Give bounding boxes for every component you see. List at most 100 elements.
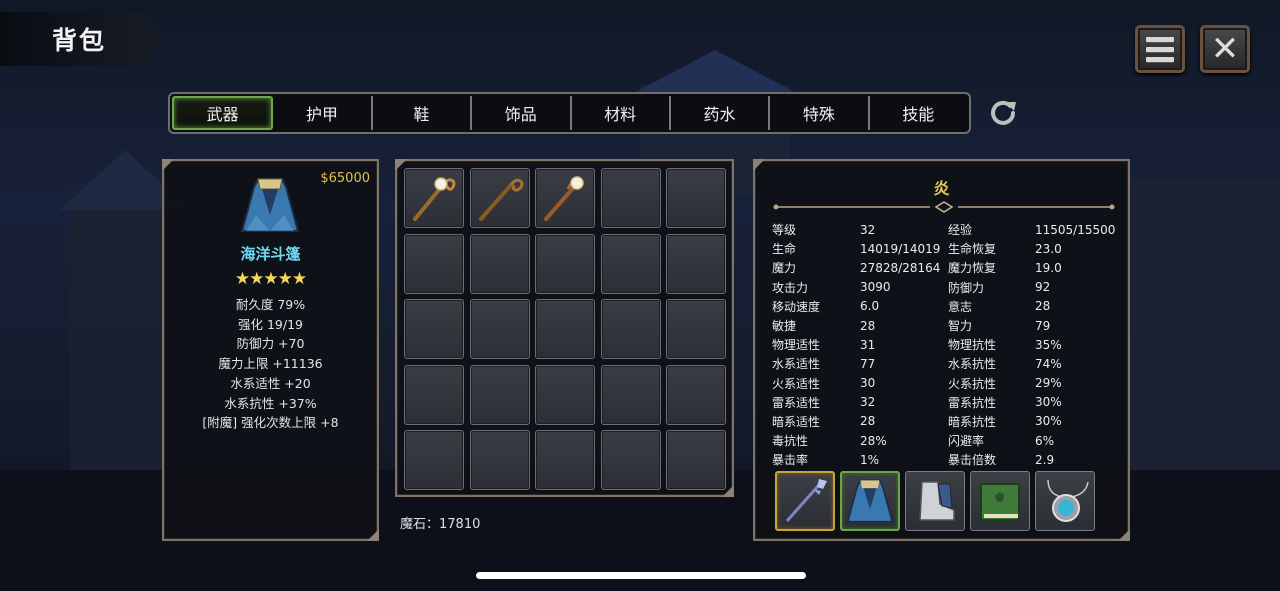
inventory-slot[interactable]	[535, 233, 595, 294]
inventory-slot[interactable]	[404, 299, 464, 359]
stat-row: 火系适性 30 火系抗性 29%	[772, 374, 1127, 393]
character-name: 炎	[933, 179, 950, 198]
tab-weapons[interactable]: 武器	[172, 96, 274, 130]
stat-label: 暴击倍数	[948, 453, 997, 468]
tab-skills[interactable]: 技能	[870, 96, 967, 130]
refresh-icon	[991, 100, 1016, 125]
stat-value: 28	[1035, 299, 1051, 314]
stat-value: 30	[860, 376, 876, 391]
stat-label: 水系抗性	[948, 357, 997, 372]
inventory-grid	[404, 168, 726, 490]
tab-armor[interactable]: 护甲	[273, 96, 373, 130]
inventory-panel	[395, 159, 734, 497]
tab-materials[interactable]: 材料	[572, 96, 671, 130]
stat-label: 雷系适性	[772, 395, 821, 410]
inventory-slot[interactable]	[469, 364, 530, 425]
inventory-slot[interactable]	[666, 299, 726, 359]
stat-label: 火系适性	[772, 376, 821, 391]
stat-row: 攻击力 3090 防御力 92	[772, 278, 1127, 297]
inventory-slot[interactable]	[600, 430, 661, 490]
menu-button[interactable]	[1135, 25, 1185, 73]
inventory-slot[interactable]	[404, 430, 464, 490]
stat-label: 暗系抗性	[948, 414, 997, 429]
equipment-slot-shoes[interactable]	[905, 471, 965, 531]
tab-potions[interactable]: 药水	[671, 96, 771, 130]
background-roof-middle	[630, 50, 800, 95]
inventory-slot[interactable]	[600, 299, 661, 359]
stat-value: 31	[860, 337, 876, 352]
stat-label: 暴击率	[772, 453, 809, 468]
close-button[interactable]: ✕	[1200, 25, 1250, 73]
spellbook-icon	[980, 483, 1020, 521]
home-indicator[interactable]	[476, 572, 806, 579]
equipment-slot-accessory[interactable]	[1035, 471, 1095, 531]
refresh-button[interactable]	[985, 95, 1021, 131]
stat-value: 6%	[1035, 433, 1055, 448]
inventory-slot[interactable]	[404, 168, 464, 228]
inventory-slot[interactable]	[469, 299, 530, 359]
stat-label: 毒抗性	[772, 434, 809, 449]
inventory-slot[interactable]	[666, 168, 726, 228]
inventory-slot[interactable]	[535, 430, 595, 490]
item-price: $65000	[320, 171, 370, 186]
stat-label: 生命	[772, 242, 797, 257]
cloak-icon	[240, 178, 300, 232]
category-tabs: 武器 护甲 鞋 饰品 材料 药水 特殊 技能	[168, 92, 971, 134]
tab-accessories[interactable]: 饰品	[472, 96, 572, 130]
stat-label: 敏捷	[772, 319, 797, 334]
stat-value: 2.9	[1035, 452, 1055, 467]
stat-value: 19.0	[1035, 260, 1062, 275]
inventory-slot[interactable]	[535, 299, 595, 359]
stat-value: 28%	[860, 433, 887, 448]
inventory-slot[interactable]	[469, 168, 530, 228]
stat-label: 移动速度	[772, 299, 821, 314]
equipment-slot-armor[interactable]	[840, 471, 900, 531]
cloak-icon	[846, 479, 894, 523]
item-rating-stars: ★★★★★	[234, 269, 307, 289]
inventory-slot[interactable]	[535, 168, 595, 228]
attribute-line: 强化 19/19	[238, 316, 303, 332]
inventory-slot[interactable]	[600, 364, 661, 425]
attribute-line: 耐久度 79%	[235, 297, 306, 312]
item-attributes: 耐久度 79% 强化 19/19 防御力 +70 魔力上限 +11136 水系适…	[164, 295, 377, 433]
stat-value: 29%	[1035, 376, 1062, 391]
background-wall-right	[1130, 180, 1280, 510]
inventory-slot[interactable]	[404, 364, 464, 425]
stat-label: 魔力恢复	[948, 261, 997, 276]
stat-value: 74%	[1035, 356, 1062, 371]
stat-value: 1%	[860, 452, 880, 467]
stat-row: 移动速度 6.0 意志 28	[772, 297, 1127, 316]
inventory-slot[interactable]	[666, 233, 726, 294]
inventory-slot[interactable]	[600, 168, 661, 228]
stat-value: 23.0	[1035, 241, 1062, 256]
equipment-slot-book[interactable]	[970, 471, 1030, 531]
orb-staff-icon	[544, 176, 584, 221]
inventory-slot[interactable]	[600, 233, 661, 294]
golden-crook-staff-icon	[413, 177, 456, 221]
inventory-slot[interactable]	[404, 233, 464, 294]
inventory-slot[interactable]	[535, 364, 595, 425]
inventory-slot[interactable]	[469, 233, 530, 294]
stat-value: 79	[1035, 318, 1051, 333]
attribute-line: [附魔] 强化次数上限 +8	[202, 415, 339, 431]
inventory-slot[interactable]	[666, 430, 726, 490]
tab-shoes[interactable]: 鞋	[373, 96, 473, 130]
stat-label: 水系适性	[772, 357, 821, 372]
stat-label: 防御力	[948, 280, 985, 295]
tab-special[interactable]: 特殊	[770, 96, 870, 130]
stat-label: 智力	[948, 319, 973, 334]
equipment-slot-weapon[interactable]	[775, 471, 835, 531]
ornament-divider	[773, 201, 1115, 213]
stat-value: 32	[860, 395, 876, 410]
inventory-slot[interactable]	[469, 430, 530, 490]
stat-label: 经验	[948, 223, 973, 238]
stat-value: 28	[860, 414, 876, 429]
inventory-slot[interactable]	[666, 364, 726, 425]
stat-value: 92	[1035, 280, 1051, 295]
curled-wooden-staff-icon	[478, 178, 523, 221]
boots-icon	[919, 481, 955, 521]
attribute-line: 水系抗性 +37%	[224, 395, 317, 411]
stat-value: 11505/15500	[1035, 222, 1116, 237]
stat-row: 毒抗性 28% 闪避率 6%	[772, 431, 1127, 450]
stat-label: 意志	[948, 299, 973, 314]
